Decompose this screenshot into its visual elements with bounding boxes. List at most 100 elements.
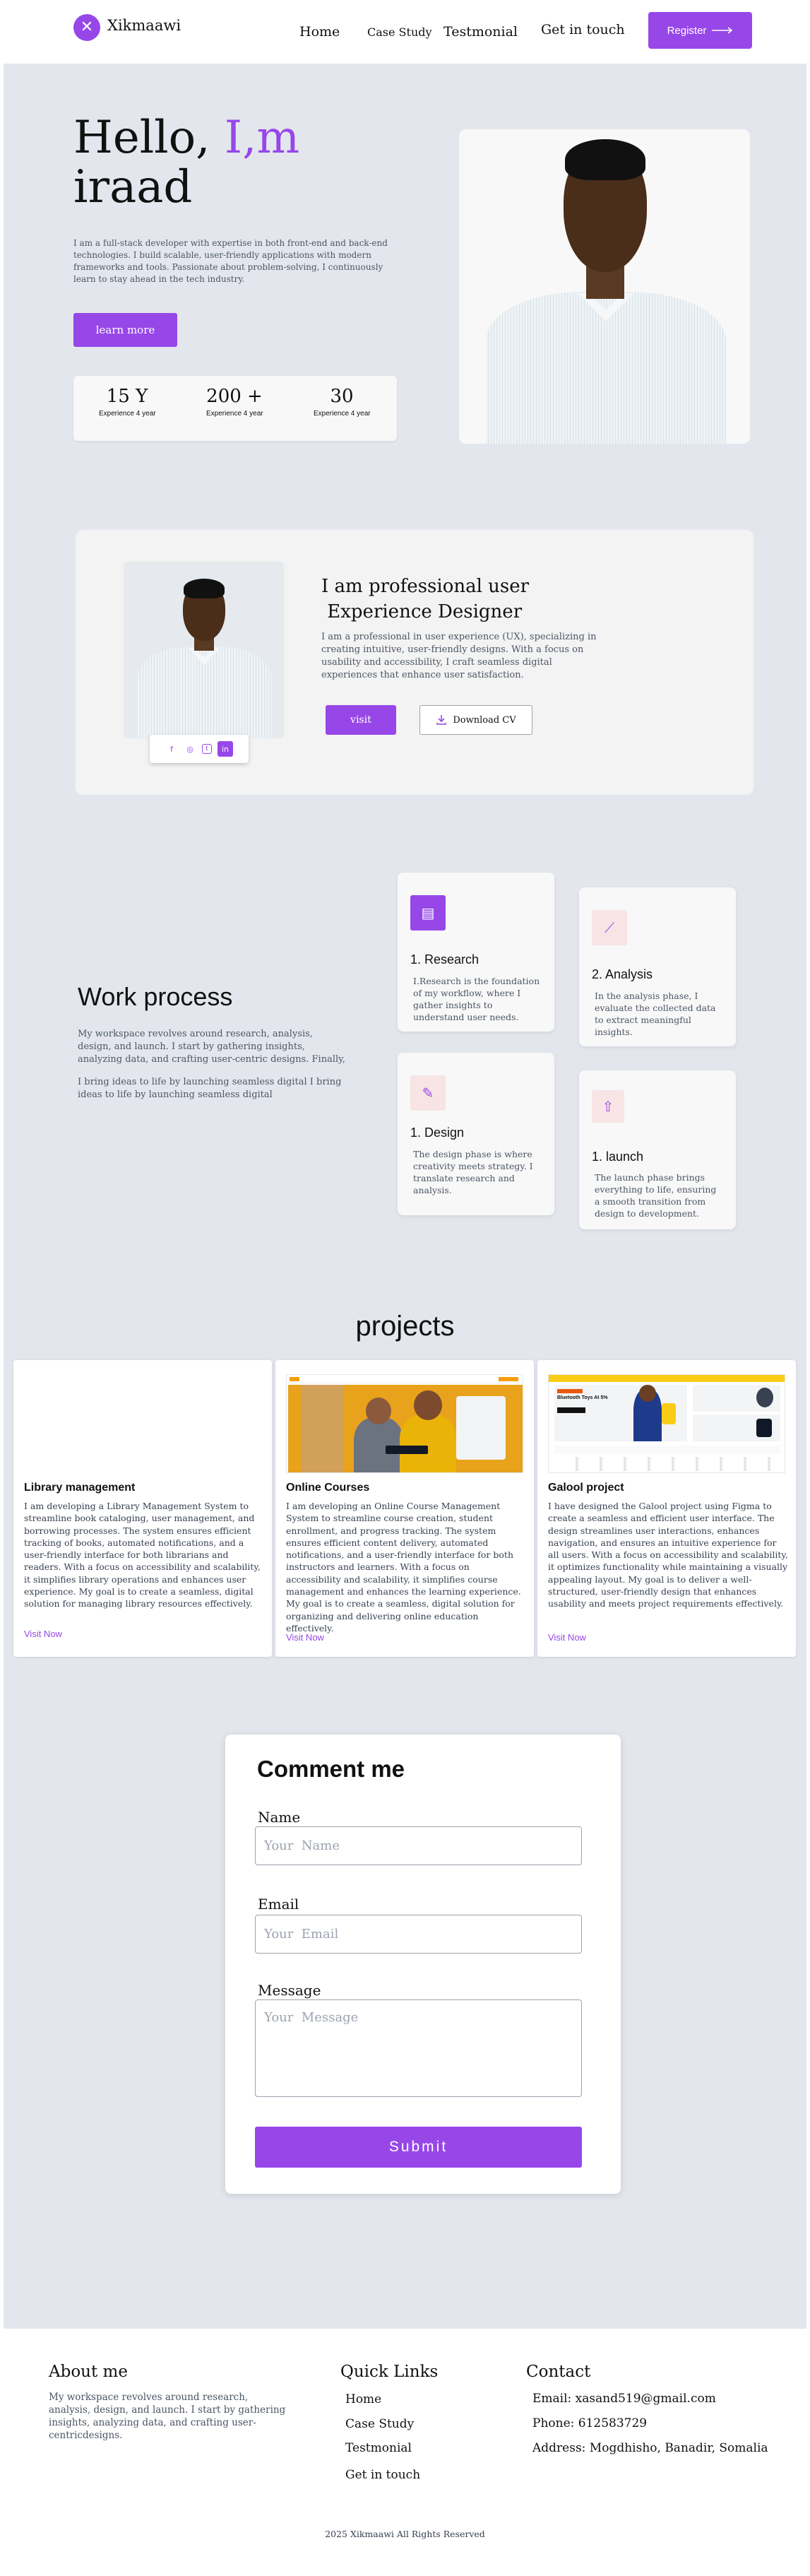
download-cv-button[interactable]: Download CV [419,705,532,735]
work-process-title: Work process [78,982,233,1011]
about-photo [124,562,284,738]
hero-description: I am a full-stack developer with experti… [73,238,388,284]
process-card-research: ▤ 1. Research I.Research is the foundati… [398,873,554,1032]
project-description: I am developing an Online Course Managem… [286,1501,521,1633]
footer-email[interactable]: Email: xasand519@gmail.com [532,2392,716,2406]
research-icon: ▤ [410,895,446,930]
register-button[interactable]: Register [648,12,752,49]
process-step-text: In the analysis phase, I evaluate the co… [595,991,716,1037]
learn-more-button[interactable]: learn more [73,313,177,347]
process-step-name: 1. Research [410,952,480,967]
profile-photo [459,129,750,444]
linkedin-icon[interactable]: in [218,741,233,757]
name-input[interactable] [255,1826,582,1865]
pencil-icon: ✎ [410,1075,446,1111]
copyright: 2025 Xikmaawi All Rights Reserved [325,2529,485,2539]
project-image [286,1374,523,1473]
download-cv-label: Download CV [453,714,516,726]
email-input[interactable] [255,1915,582,1954]
project-card-galool: Bluetooth Toys At 5% Galool project I ha… [537,1360,796,1657]
process-step-text: The design phase is where creativity mee… [413,1149,533,1195]
arrow-right-icon [712,27,733,34]
footer-contact-title: Contact [526,2363,591,2381]
email-label: Email [258,1896,299,1913]
project-card-library: Library management I am developing a Lib… [13,1360,272,1657]
x-icon[interactable]: ✕ [73,14,100,41]
stat-item: 30 Experience 4 year [314,386,371,418]
stat-value: 200 + [206,386,263,407]
footer-about-title: About me [49,2363,128,2381]
footer-link-testimonial[interactable]: Testmonial [345,2441,412,2455]
visit-now-link[interactable]: Visit Now [548,1632,586,1643]
project-image [24,1374,261,1473]
stat-value: 15 Y [106,386,148,407]
launch-icon: ⇧ [592,1090,624,1123]
process-step-text: The launch phase brings everything to li… [595,1172,717,1219]
work-process-description: My workspace revolves around research, a… [78,1029,345,1065]
about-description: I am a professional in user experience (… [321,632,597,680]
register-label: Register [667,24,707,37]
process-card-analysis: ⟋ 2. Analysis In the analysis phase, I e… [579,887,736,1046]
project-description: I have designed the Galool project using… [548,1501,788,1609]
project-name: Galool project [548,1482,624,1494]
stat-value: 30 [330,386,354,407]
footer-link-home[interactable]: Home [345,2392,381,2406]
footer-link-case-study[interactable]: Case Study [345,2417,414,2431]
comment-form: Comment me Name Email Message Submit [225,1735,621,2194]
process-step-text: I.Research is the foundation of my workf… [413,976,540,1022]
name-label: Name [258,1809,301,1826]
hero-title-accent: I,m [224,112,300,164]
logo-text[interactable]: Xikmaawi [107,17,181,34]
comment-title: Comment me [257,1756,405,1782]
about-title: I am professional user Experience Design… [321,574,529,625]
process-step-name: 1. Design [410,1125,465,1140]
project-image: Bluetooth Toys At 5% [548,1374,785,1473]
about-title-line-2: Experience Designer [321,601,523,622]
hero-title-name: iraad [73,161,193,213]
visit-now-link[interactable]: Visit Now [24,1629,62,1639]
stat-label: Experience 4 year [206,410,263,418]
site-footer: About me My workspace revolves around re… [0,2329,810,2576]
stats-panel: 15 Y Experience 4 year 200 + Experience … [73,376,397,441]
work-process-description-2: I bring ideas to life by launching seaml… [78,1077,342,1100]
submit-button[interactable]: Submit [255,2127,582,2168]
instagram-icon[interactable]: ◎ [184,743,196,755]
nav-testimonial[interactable]: Testmonial [443,24,518,40]
process-step-name: 2. Analysis [592,967,653,981]
download-icon [436,715,447,725]
stat-item: 15 Y Experience 4 year [99,386,156,418]
site-header: ✕ Xikmaawi Home Case Study Testmonial Ge… [0,0,810,64]
mock-banner-text: Bluetooth Toys At 5% [557,1395,608,1400]
process-card-launch: ⇧ 1. launch The launch phase brings ever… [579,1070,736,1229]
profile-photo [124,562,284,738]
process-step-name: 1. launch [592,1150,644,1164]
footer-link-get-in-touch[interactable]: Get in touch [345,2468,420,2482]
stat-label: Experience 4 year [99,410,156,418]
projects-title: projects [355,1311,455,1342]
footer-links-title: Quick Links [340,2363,439,2381]
message-textarea[interactable] [255,1999,582,2097]
hero-title-greeting: Hello, [73,112,225,164]
chart-icon: ⟋ [592,910,627,945]
about-title-line-1: I am professional user [321,576,530,597]
message-label: Message [258,1982,321,1999]
stat-item: 200 + Experience 4 year [206,386,263,418]
footer-phone[interactable]: Phone: 612583729 [532,2416,647,2430]
visit-now-link[interactable]: Visit Now [286,1632,324,1643]
facebook-icon[interactable]: f [165,743,178,755]
project-name: Library management [24,1482,136,1494]
nav-get-in-touch[interactable]: Get in touch [541,22,625,37]
footer-address: Address: Mogdhisho, Banadir, Somalia [532,2441,768,2455]
project-card-online-courses: Online Courses I am developing an Online… [275,1360,534,1657]
social-links: f ◎ t in [150,735,249,763]
nav-home[interactable]: Home [299,24,340,40]
twitter-icon[interactable]: t [202,744,212,754]
hero-photo-card [459,129,750,444]
project-description: I am developing a Library Management Sys… [24,1501,261,1609]
hero-title: Hello, I,m iraad [73,113,299,212]
project-name: Online Courses [286,1482,370,1494]
stat-label: Experience 4 year [314,410,371,418]
visit-button[interactable]: visit [326,705,396,735]
process-card-design: ✎ 1. Design The design phase is where cr… [398,1053,554,1215]
nav-case-study[interactable]: Case Study [367,25,432,39]
